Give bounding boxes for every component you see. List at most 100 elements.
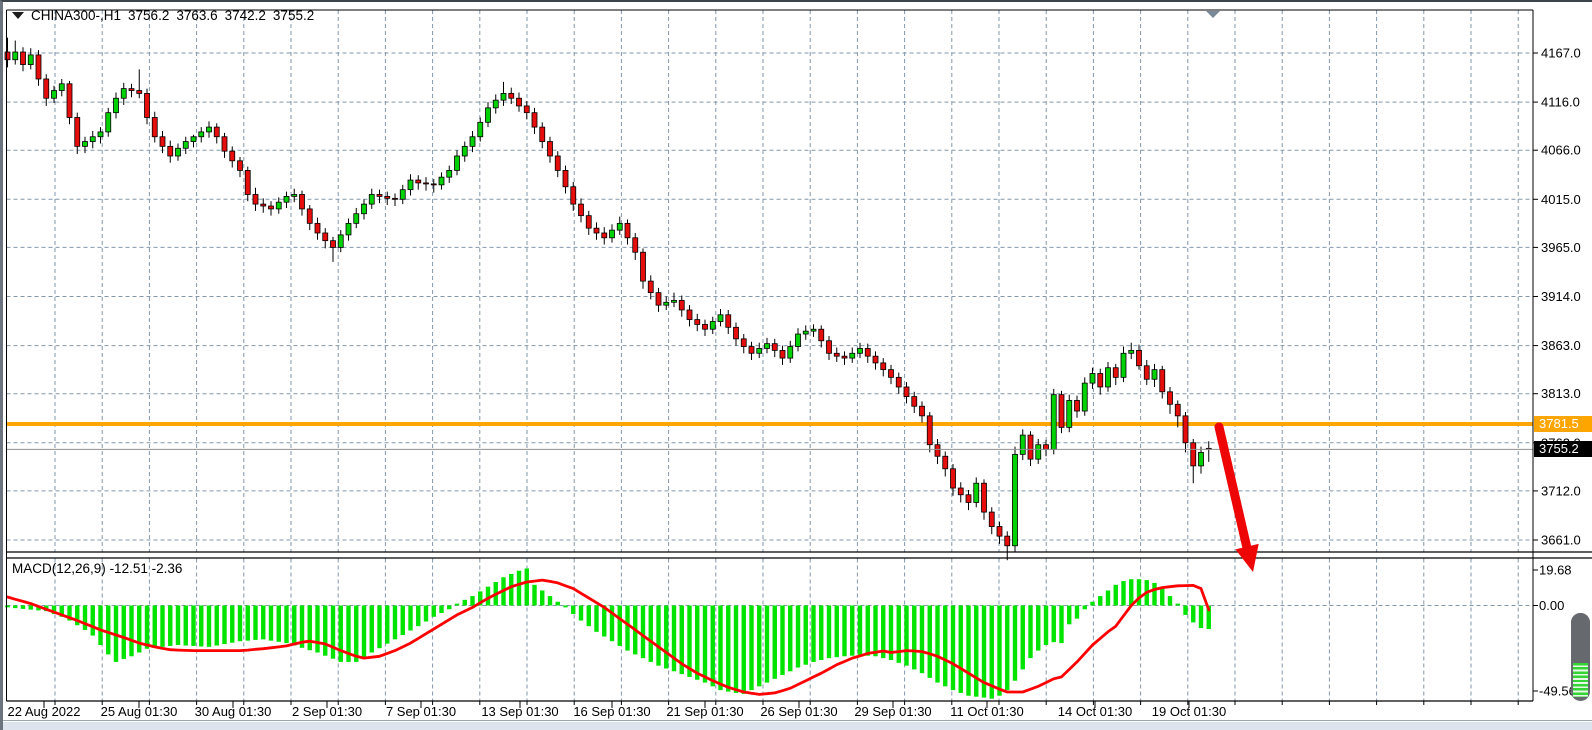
bear-candle <box>517 98 522 106</box>
bull-candle <box>59 84 64 91</box>
macd-histogram-bar <box>517 571 521 606</box>
price-axis-label: 3813.0 <box>1541 386 1581 401</box>
macd-histogram-bar <box>424 606 428 622</box>
bear-candle <box>951 469 956 488</box>
macd-histogram-bar <box>1059 606 1063 644</box>
macd-histogram-bar <box>594 606 598 632</box>
bull-candle <box>207 127 212 132</box>
bear-candle <box>137 91 142 94</box>
bear-candle <box>633 238 638 252</box>
macd-histogram-bar <box>827 606 831 659</box>
macd-histogram-bar <box>153 606 157 648</box>
bear-candle <box>865 348 870 356</box>
bear-candle <box>982 483 987 512</box>
bear-candle <box>958 488 963 495</box>
macd-histogram-bar <box>230 606 234 643</box>
bear-candle <box>253 194 258 204</box>
macd-histogram-bar <box>1013 606 1017 681</box>
macd-histogram-bar <box>83 606 87 630</box>
bear-candle <box>989 512 994 526</box>
bull-candle <box>757 348 762 353</box>
macd-histogram-bar <box>137 606 141 653</box>
bear-candle <box>145 93 150 117</box>
chart-canvas[interactable]: 4167.04116.04066.04015.03965.03914.03863… <box>3 2 1592 730</box>
bear-candle <box>1113 368 1118 378</box>
bull-candle <box>284 196 289 202</box>
macd-histogram-bar <box>1176 604 1180 606</box>
bear-candle <box>307 209 312 223</box>
macd-signal-value: -2.36 <box>152 561 183 576</box>
scrollbar-thumb[interactable] <box>1571 613 1590 701</box>
bull-candle <box>803 331 808 334</box>
bull-candle <box>462 146 467 156</box>
bull-candle <box>664 302 669 305</box>
macd-histogram-bar <box>974 606 978 697</box>
scrollbar-grip[interactable] <box>1571 613 1590 661</box>
macd-histogram-bar <box>1090 602 1094 606</box>
bear-candle <box>943 456 948 469</box>
macd-histogram-bar <box>835 606 839 658</box>
bear-candle <box>385 196 390 198</box>
bear-candle <box>36 55 41 79</box>
bear-candle <box>889 370 894 378</box>
ohlc-header: CHINA300-,H1 3756.2 3763.6 3742.2 3755.2 <box>12 8 314 23</box>
bear-candle <box>695 320 700 325</box>
bull-candle <box>114 98 119 112</box>
symbol-timeframe-label: CHINA300-,H1 <box>31 8 121 23</box>
close-value: 3755.2 <box>273 8 314 23</box>
bull-candle <box>1152 370 1157 380</box>
bull-candle <box>672 300 677 302</box>
bull-candle <box>1067 400 1072 427</box>
bear-candle <box>586 216 591 229</box>
macd-histogram-bar <box>191 606 195 646</box>
macd-histogram-bar <box>284 606 288 644</box>
macd-histogram-bar <box>726 606 730 692</box>
bear-candle <box>772 344 777 351</box>
macd-histogram-bar <box>129 606 133 657</box>
bull-candle <box>121 89 126 99</box>
chart-shift-marker-icon[interactable] <box>1206 11 1220 18</box>
price-axis-label: 3914.0 <box>1541 289 1581 304</box>
macd-histogram-bar <box>618 606 622 646</box>
bull-candle <box>292 194 297 196</box>
macd-histogram-bar <box>408 606 412 631</box>
bull-candle <box>369 194 374 204</box>
macd-histogram-bar <box>323 606 327 656</box>
bear-candle <box>641 252 646 281</box>
bull-candle <box>610 230 615 238</box>
macd-histogram-bar <box>532 585 536 606</box>
bear-candle <box>269 206 274 209</box>
bear-candle <box>687 310 692 320</box>
bear-candle <box>238 161 243 171</box>
bear-candle <box>67 84 72 118</box>
bull-candle <box>354 214 359 224</box>
macd-histogram-bar <box>819 606 823 661</box>
bull-candle <box>811 329 816 331</box>
bear-candle <box>540 127 545 141</box>
bull-candle <box>1106 368 1111 387</box>
symbol-dropdown-icon[interactable] <box>12 12 24 19</box>
bull-candle <box>52 91 57 99</box>
time-axis-label: 26 Sep 01:30 <box>760 704 837 719</box>
macd-histogram-bar <box>315 606 319 653</box>
bear-candle <box>509 93 514 98</box>
macd-histogram-bar <box>788 606 792 672</box>
macd-histogram-bar <box>571 606 575 614</box>
bear-candle <box>749 347 754 354</box>
bull-candle <box>788 347 793 359</box>
bull-candle <box>276 202 281 209</box>
bear-candle <box>75 117 80 146</box>
time-axis-label: 2 Sep 01:30 <box>292 704 362 719</box>
macd-histogram-bar <box>253 606 257 640</box>
bear-candle <box>1059 395 1064 428</box>
time-axis-label: 22 Aug 2022 <box>7 704 80 719</box>
bear-candle <box>873 356 878 363</box>
macd-histogram-bar <box>742 606 746 694</box>
bull-candle <box>1129 350 1134 353</box>
bear-candle <box>1160 370 1165 392</box>
bull-candle <box>400 190 405 200</box>
resistance-price-tag: 3781.5 <box>1534 416 1592 432</box>
time-axis-label: 13 Sep 01:30 <box>481 704 558 719</box>
macd-histogram-bar <box>951 606 955 691</box>
macd-histogram-bar <box>749 606 753 691</box>
